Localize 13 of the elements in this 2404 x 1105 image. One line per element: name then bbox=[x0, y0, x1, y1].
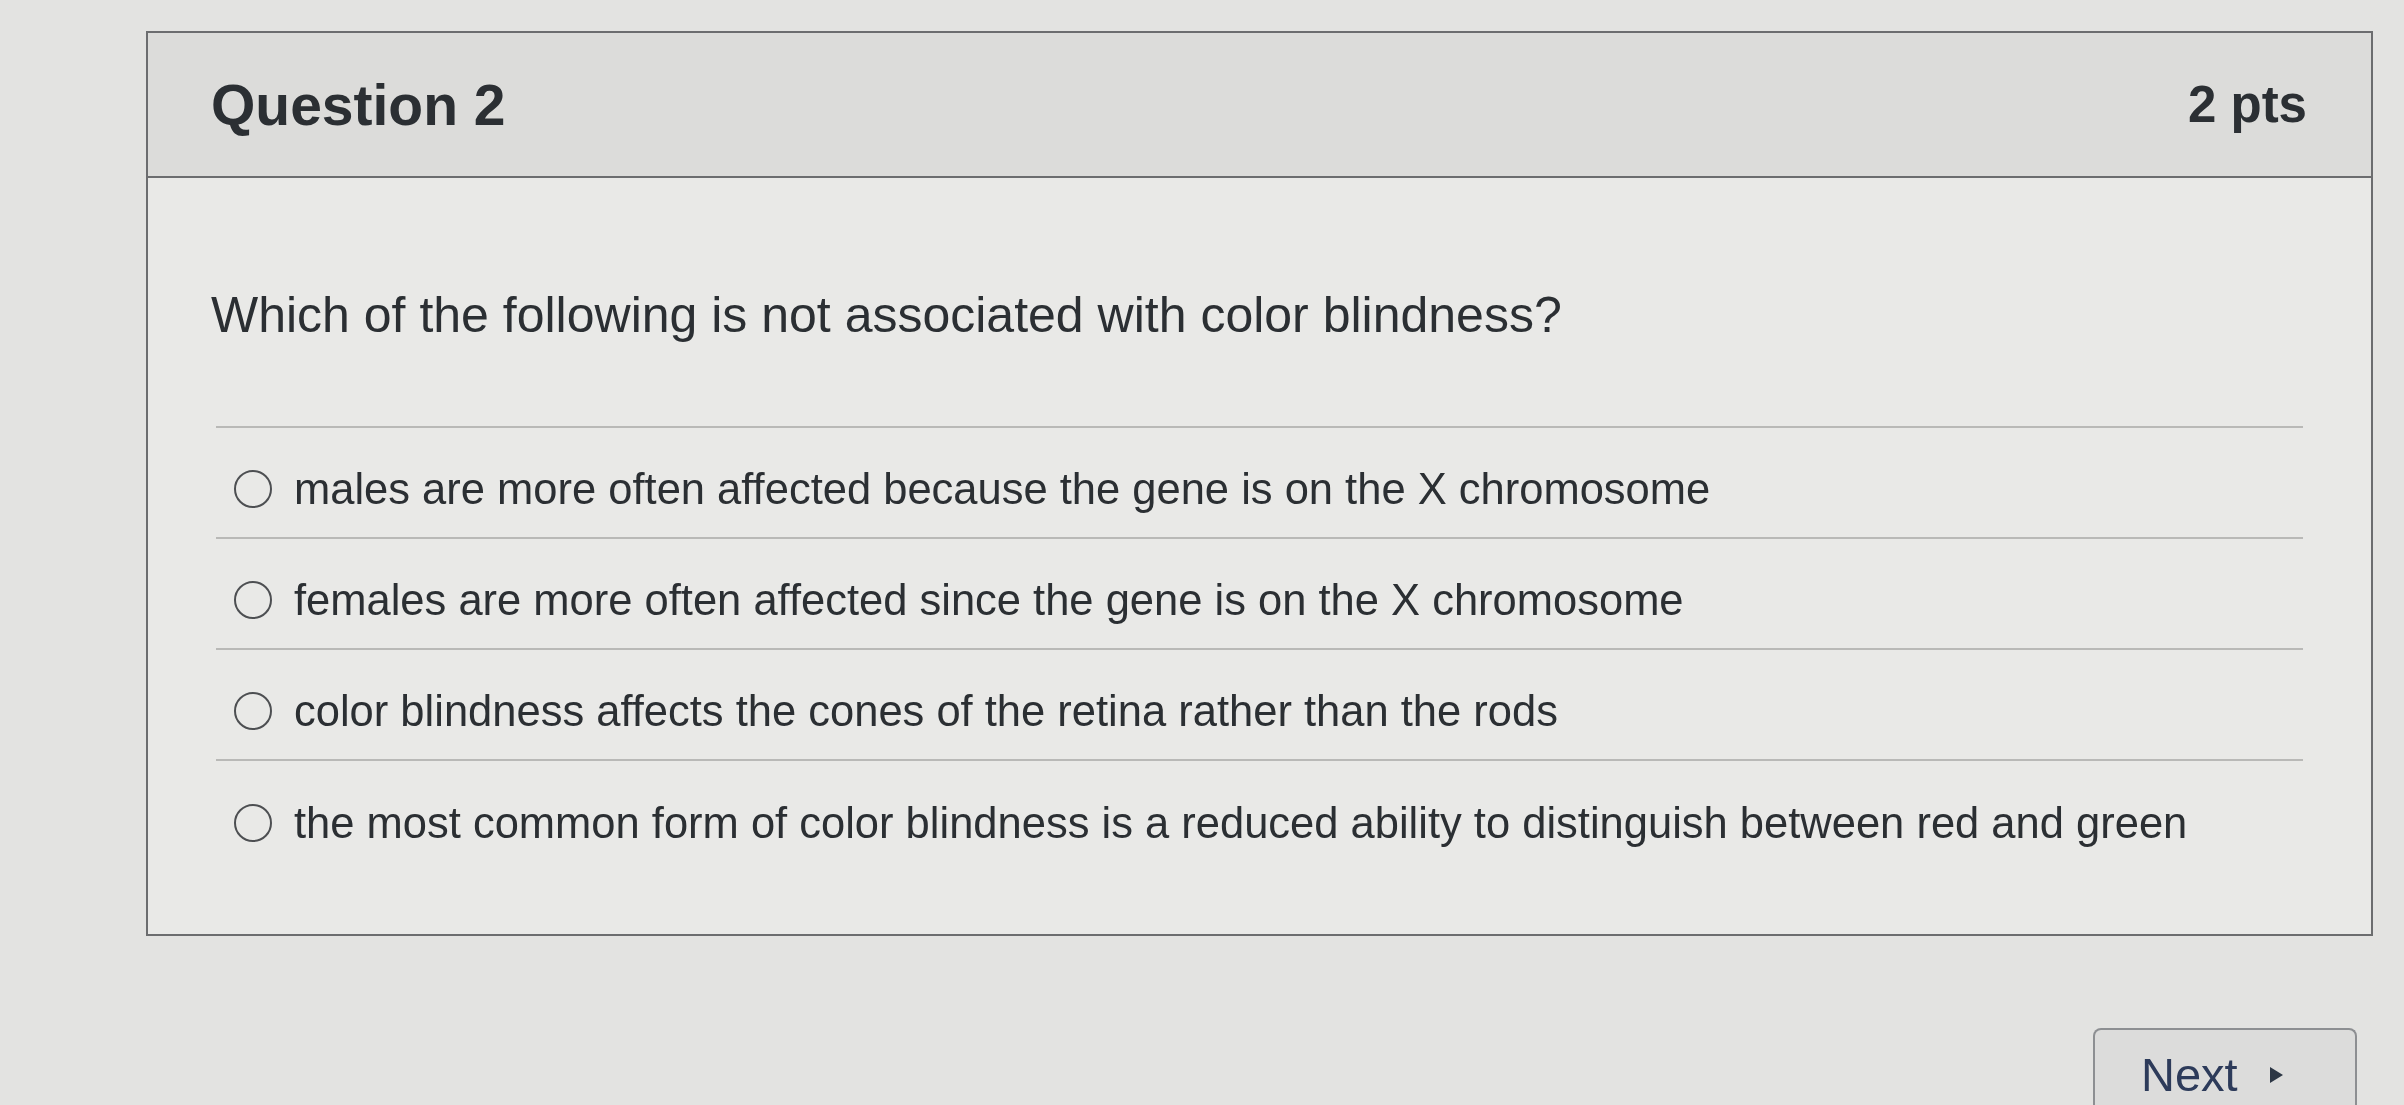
next-button[interactable]: Next bbox=[2093, 1028, 2357, 1105]
radio-button[interactable] bbox=[234, 580, 272, 619]
answer-label[interactable]: males are more often affected because the gene is on the X chromosome bbox=[294, 462, 1711, 515]
radio-button[interactable] bbox=[234, 803, 272, 842]
caret-right-icon bbox=[2269, 1066, 2283, 1083]
radio-button[interactable] bbox=[234, 691, 272, 730]
answer-label[interactable]: females are more often affected since the gene is on the X chromosome bbox=[294, 573, 1684, 626]
answer-label[interactable]: color blindness affects the cones of the retina rather than the rods bbox=[294, 684, 1558, 737]
answer-label[interactable]: the most common form of color blindness is a reduced ability to distinguish between red and green bbox=[294, 796, 2188, 849]
question-text: Which of the following is not associated with color blindness? bbox=[211, 286, 1563, 345]
radio-button[interactable] bbox=[234, 469, 272, 508]
points-label: 2 pts bbox=[2187, 75, 2307, 134]
question-title: Question 2 bbox=[211, 71, 506, 138]
